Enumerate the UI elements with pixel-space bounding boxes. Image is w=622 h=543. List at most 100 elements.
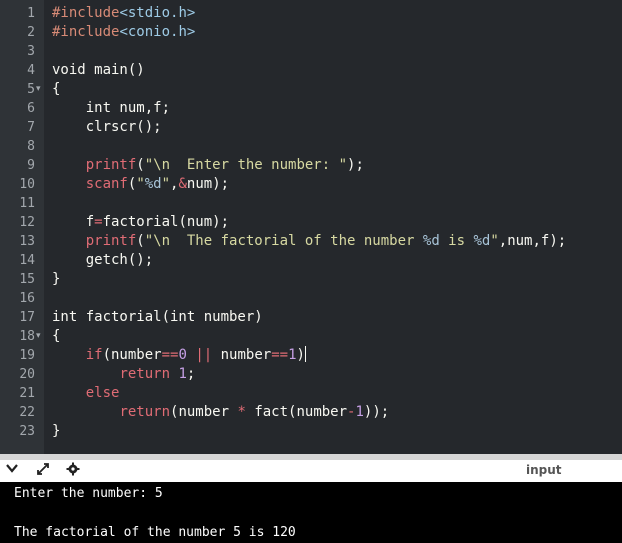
code-text[interactable]: if(number==0 || number==1) xyxy=(52,346,307,365)
line-number: 12 xyxy=(19,215,35,230)
line-number: 14 xyxy=(19,253,35,268)
code-editor[interactable]: 1 #include<stdio.h> 2 #include<conio.h> 3 4 vo… xyxy=(0,0,622,454)
code-token: (number xyxy=(102,347,162,363)
code-text[interactable]: printf("\n Enter the number: "); xyxy=(52,156,364,175)
fold-toggle-icon[interactable]: ▾ xyxy=(36,80,44,99)
code-line[interactable]: 1 #include<stdio.h> xyxy=(0,4,622,23)
fold-toggle-icon[interactable]: ▾ xyxy=(36,327,44,346)
code-line[interactable]: 11 xyxy=(0,194,622,213)
code-token: factorial(num); xyxy=(102,214,230,230)
code-line[interactable]: 5 ▾ { xyxy=(0,80,622,99)
code-line[interactable]: 2 #include<conio.h> xyxy=(0,23,622,42)
code-token: " xyxy=(490,233,499,249)
code-line[interactable]: 19 if(number==0 || number==1) xyxy=(0,346,622,365)
code-token: ) xyxy=(296,347,305,363)
code-token: & xyxy=(178,176,187,192)
code-token: { xyxy=(52,328,61,344)
code-text[interactable]: printf("\n The factorial of the number %… xyxy=(52,232,566,251)
code-line[interactable]: 18 ▾ { xyxy=(0,327,622,346)
code-text[interactable]: { xyxy=(52,327,60,346)
tab-input[interactable]: input xyxy=(526,463,562,477)
code-line[interactable]: 8 xyxy=(0,137,622,156)
code-text[interactable]: } xyxy=(52,270,60,289)
code-token: { xyxy=(52,81,61,97)
code-line[interactable]: 10 scanf("%d",&num); xyxy=(0,175,622,194)
code-line[interactable]: 12 f=factorial(num); xyxy=(0,213,622,232)
code-token: scanf xyxy=(85,176,128,192)
code-line[interactable]: 16 xyxy=(0,289,622,308)
code-text[interactable]: f=factorial(num); xyxy=(52,213,229,232)
code-line[interactable]: 6 int num,f; xyxy=(0,99,622,118)
code-text[interactable]: } xyxy=(52,422,60,441)
line-number: 15 xyxy=(19,272,35,287)
code-token: " xyxy=(136,176,145,192)
code-line[interactable]: 17 int factorial(int number) xyxy=(0,308,622,327)
code-token: int factorial(int number) xyxy=(52,309,263,325)
code-text[interactable]: int num,f; xyxy=(52,99,170,118)
line-number: 4 xyxy=(27,63,35,78)
code-token: is xyxy=(439,233,474,249)
code-line[interactable]: 22 return(number * fact(number-1)); xyxy=(0,403,622,422)
code-token: %d xyxy=(422,233,440,249)
code-text[interactable]: getch(); xyxy=(52,251,153,270)
terminal-line: The factorial of the number 5 is 120 xyxy=(14,525,296,540)
code-text[interactable]: return 1; xyxy=(52,365,195,384)
code-line[interactable]: 20 return 1; xyxy=(0,365,622,384)
code-token: = xyxy=(94,214,103,230)
code-line[interactable]: 4 void main() xyxy=(0,61,622,80)
code-text[interactable]: void main() xyxy=(52,61,145,80)
code-line[interactable]: 7 clrscr(); xyxy=(0,118,622,137)
line-number: 20 xyxy=(19,367,35,382)
code-text[interactable]: #include<stdio.h> xyxy=(52,4,195,23)
code-text[interactable]: return(number * fact(number-1)); xyxy=(52,403,389,422)
code-text[interactable]: else xyxy=(52,384,120,403)
line-number: 13 xyxy=(19,234,35,249)
line-number: 7 xyxy=(27,120,35,135)
code-token: ; xyxy=(186,366,196,382)
line-number: 23 xyxy=(19,424,35,439)
code-token: #include xyxy=(52,24,120,40)
code-token: * xyxy=(237,404,246,420)
code-text[interactable]: { xyxy=(52,80,60,99)
settings-icon[interactable] xyxy=(66,462,80,480)
code-text[interactable]: int factorial(int number) xyxy=(52,308,263,327)
code-line[interactable]: 14 getch(); xyxy=(0,251,622,270)
code-token: 1 xyxy=(288,347,297,363)
line-number: 18 xyxy=(19,329,35,344)
code-token: } xyxy=(52,271,61,287)
code-line[interactable]: 13 printf("\n The factorial of the numbe… xyxy=(0,232,622,251)
code-token: == xyxy=(271,347,289,363)
expand-icon[interactable] xyxy=(36,462,50,480)
code-text[interactable]: scanf("%d",&num); xyxy=(52,175,229,194)
code-token: <conio.h> xyxy=(119,24,196,40)
code-token: "\n Enter the number: " xyxy=(144,157,348,173)
code-text[interactable]: #include<conio.h> xyxy=(52,23,195,42)
code-line[interactable]: 21 else xyxy=(0,384,622,403)
code-token: " xyxy=(161,176,171,192)
code-token: printf xyxy=(85,233,137,249)
code-token: number xyxy=(212,347,272,363)
code-token: int num,f; xyxy=(52,100,171,116)
code-token: "\n The factorial of the number xyxy=(144,233,423,249)
code-token: return xyxy=(119,404,171,420)
code-token: 1 xyxy=(178,366,187,382)
code-line[interactable]: 15} xyxy=(0,270,622,289)
line-number: 17 xyxy=(19,310,35,325)
code-token: <stdio.h> xyxy=(119,5,196,21)
code-line[interactable]: 23} xyxy=(0,422,622,441)
chevron-down-icon[interactable] xyxy=(6,462,18,478)
code-token: return xyxy=(119,366,171,382)
code-line[interactable]: 3 xyxy=(0,42,622,61)
code-token: clrscr(); xyxy=(52,119,162,135)
code-text[interactable]: clrscr(); xyxy=(52,118,162,137)
code-token: if xyxy=(85,347,103,363)
line-number: 3 xyxy=(27,44,35,59)
code-token: fact(number xyxy=(245,404,348,420)
code-line[interactable]: 9 printf("\n Enter the number: "); xyxy=(0,156,622,175)
code-token: %d xyxy=(144,176,162,192)
code-token: || xyxy=(195,347,213,363)
